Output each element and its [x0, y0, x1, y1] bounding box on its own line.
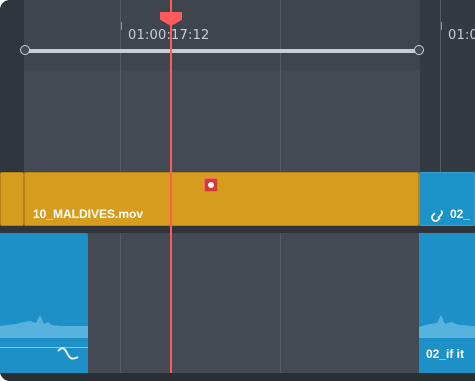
- video-clip-right[interactable]: 02_: [419, 172, 475, 226]
- link-icon: [430, 209, 444, 222]
- timeline-window: 01:00:17:12 01:0 10_MALDIVES.mov 02_ 02_…: [0, 0, 475, 381]
- marker-icon[interactable]: [204, 178, 218, 192]
- audio-waveform: [0, 315, 88, 338]
- clip-name: 10_MALDIVES.mov: [33, 207, 144, 221]
- timeline-panel[interactable]: 01:00:17:12 01:0 10_MALDIVES.mov 02_ 02_…: [0, 0, 475, 381]
- timecode-label: 01:0: [448, 28, 475, 43]
- fade-curve-icon[interactable]: [55, 345, 81, 363]
- track-separator: [0, 226, 475, 233]
- audio-clip-right[interactable]: 02_if it: [419, 233, 475, 373]
- ruler-tick: [441, 22, 442, 30]
- video-clip-main[interactable]: 10_MALDIVES.mov: [24, 172, 419, 226]
- timecode-label: 01:00:17:12: [128, 28, 210, 43]
- audio-waveform: [419, 315, 475, 338]
- marker-dot: [208, 182, 214, 188]
- range-end-handle[interactable]: [414, 45, 424, 55]
- clip-name: 02_if it: [426, 347, 465, 361]
- timecode-ruler[interactable]: [0, 0, 475, 70]
- clip-name: 02_: [450, 207, 471, 221]
- range-bar[interactable]: [25, 49, 420, 53]
- range-start-handle[interactable]: [20, 45, 30, 55]
- playhead-line[interactable]: [170, 0, 172, 381]
- video-clip-left[interactable]: [0, 172, 24, 226]
- audio-clip-left[interactable]: [0, 233, 88, 373]
- bottom-divider: [0, 373, 475, 381]
- ruler-tick: [121, 22, 122, 30]
